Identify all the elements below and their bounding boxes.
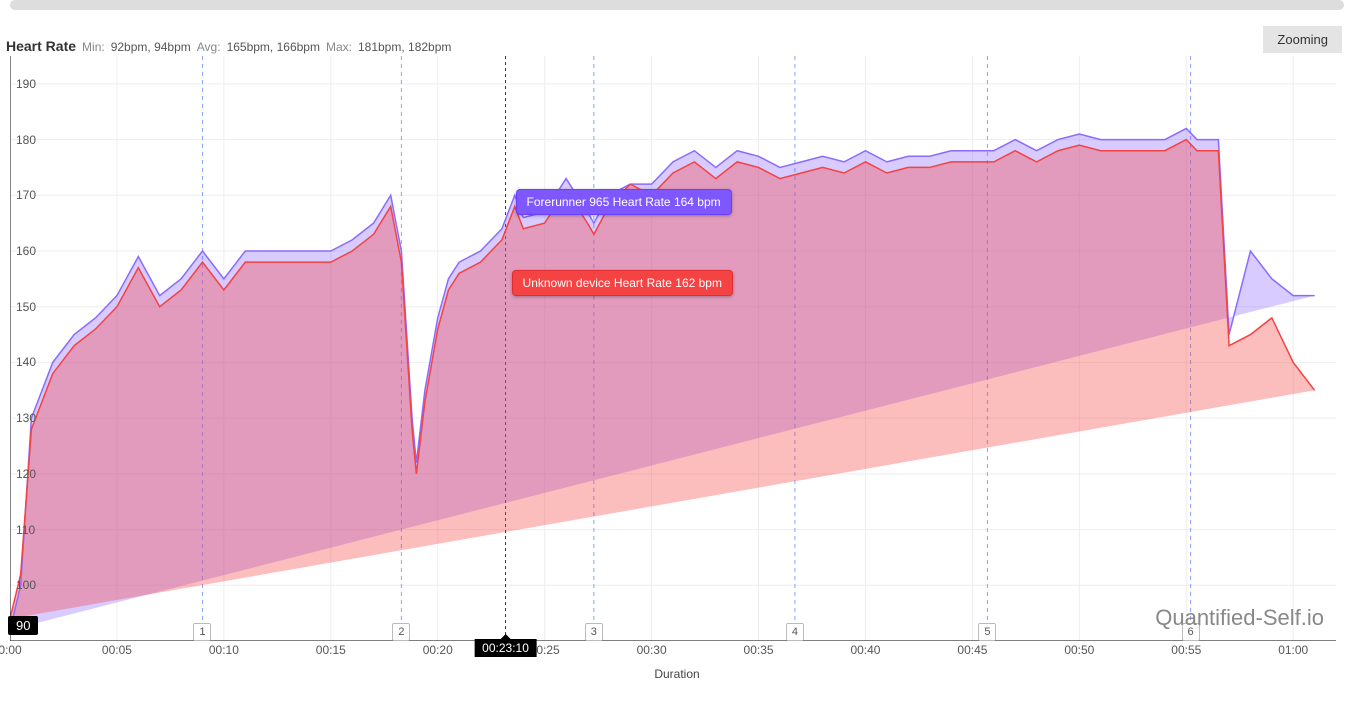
lap-marker[interactable]: 4 (786, 623, 804, 641)
x-tick-label: 00:30 (637, 643, 667, 657)
x-tick-label: 00:15 (316, 643, 346, 657)
x-axis-label: Duration (654, 667, 699, 681)
y-tick-label: 170 (16, 188, 36, 202)
avg-label: Avg: (197, 40, 221, 54)
lap-marker[interactable]: 6 (1182, 623, 1200, 641)
zoom-button[interactable]: Zooming (1263, 26, 1342, 53)
y-tick-label: 130 (16, 411, 36, 425)
cursor-time-badge: 00:23:10 (474, 639, 537, 657)
x-tick-label: 00:20 (423, 643, 453, 657)
max-label: Max: (326, 40, 352, 54)
heart-rate-chart[interactable] (10, 56, 1336, 641)
lap-marker[interactable]: 5 (978, 623, 996, 641)
x-tick-label: 00:50 (1064, 643, 1094, 657)
start-value-badge: 90 (8, 616, 38, 635)
avg-value: 165bpm, 166bpm (227, 40, 320, 54)
tooltip-series-2: Unknown device Heart Rate 162 bpm (512, 270, 733, 296)
min-value: 92bpm, 94bpm (111, 40, 191, 54)
x-tick-label: 00:45 (957, 643, 987, 657)
lap-marker[interactable]: 1 (193, 623, 211, 641)
x-tick-label: 00:55 (1171, 643, 1201, 657)
lap-marker[interactable]: 3 (585, 623, 603, 641)
y-tick-label: 120 (16, 467, 36, 481)
lap-marker[interactable]: 2 (392, 623, 410, 641)
y-tick-label: 140 (16, 355, 36, 369)
x-tick-label: 0:00 (0, 643, 22, 657)
x-tick-label: 01:00 (1278, 643, 1308, 657)
x-tick-label: 00:10 (209, 643, 239, 657)
x-tick-label: 00:40 (850, 643, 880, 657)
y-tick-label: 110 (16, 523, 35, 537)
y-tick-label: 150 (16, 300, 36, 314)
tooltip-series-1: Forerunner 965 Heart Rate 164 bpm (516, 189, 732, 215)
horizontal-scrollbar[interactable] (10, 0, 1344, 10)
y-tick-label: 190 (16, 77, 36, 91)
chart-stats-header: Heart Rate Min: 92bpm, 94bpm Avg: 165bpm… (6, 38, 451, 54)
x-tick-label: 00:05 (102, 643, 132, 657)
x-tick-label: 00:35 (744, 643, 774, 657)
min-label: Min: (82, 40, 105, 54)
y-tick-label: 100 (16, 578, 36, 592)
y-tick-label: 180 (16, 133, 36, 147)
max-value: 181bpm, 182bpm (358, 40, 451, 54)
chart-title: Heart Rate (6, 38, 76, 54)
y-tick-label: 160 (16, 244, 36, 258)
